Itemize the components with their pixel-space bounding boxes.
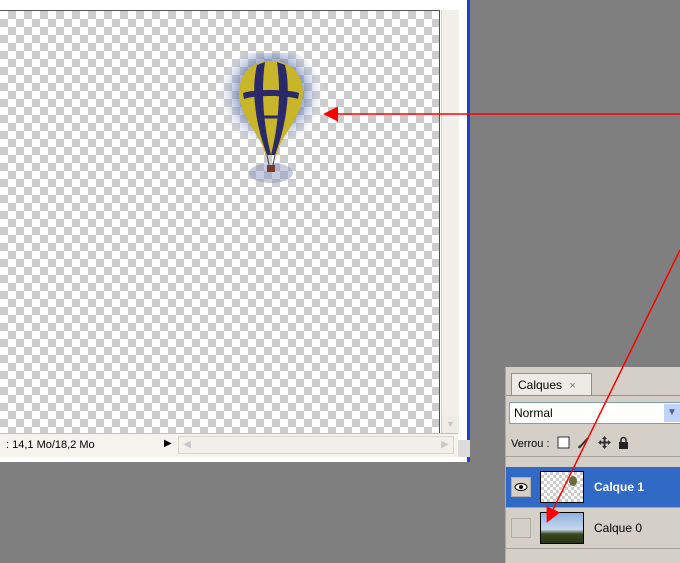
annotation-arrows bbox=[323, 106, 680, 523]
annotation-arrow-visibility bbox=[546, 249, 680, 523]
